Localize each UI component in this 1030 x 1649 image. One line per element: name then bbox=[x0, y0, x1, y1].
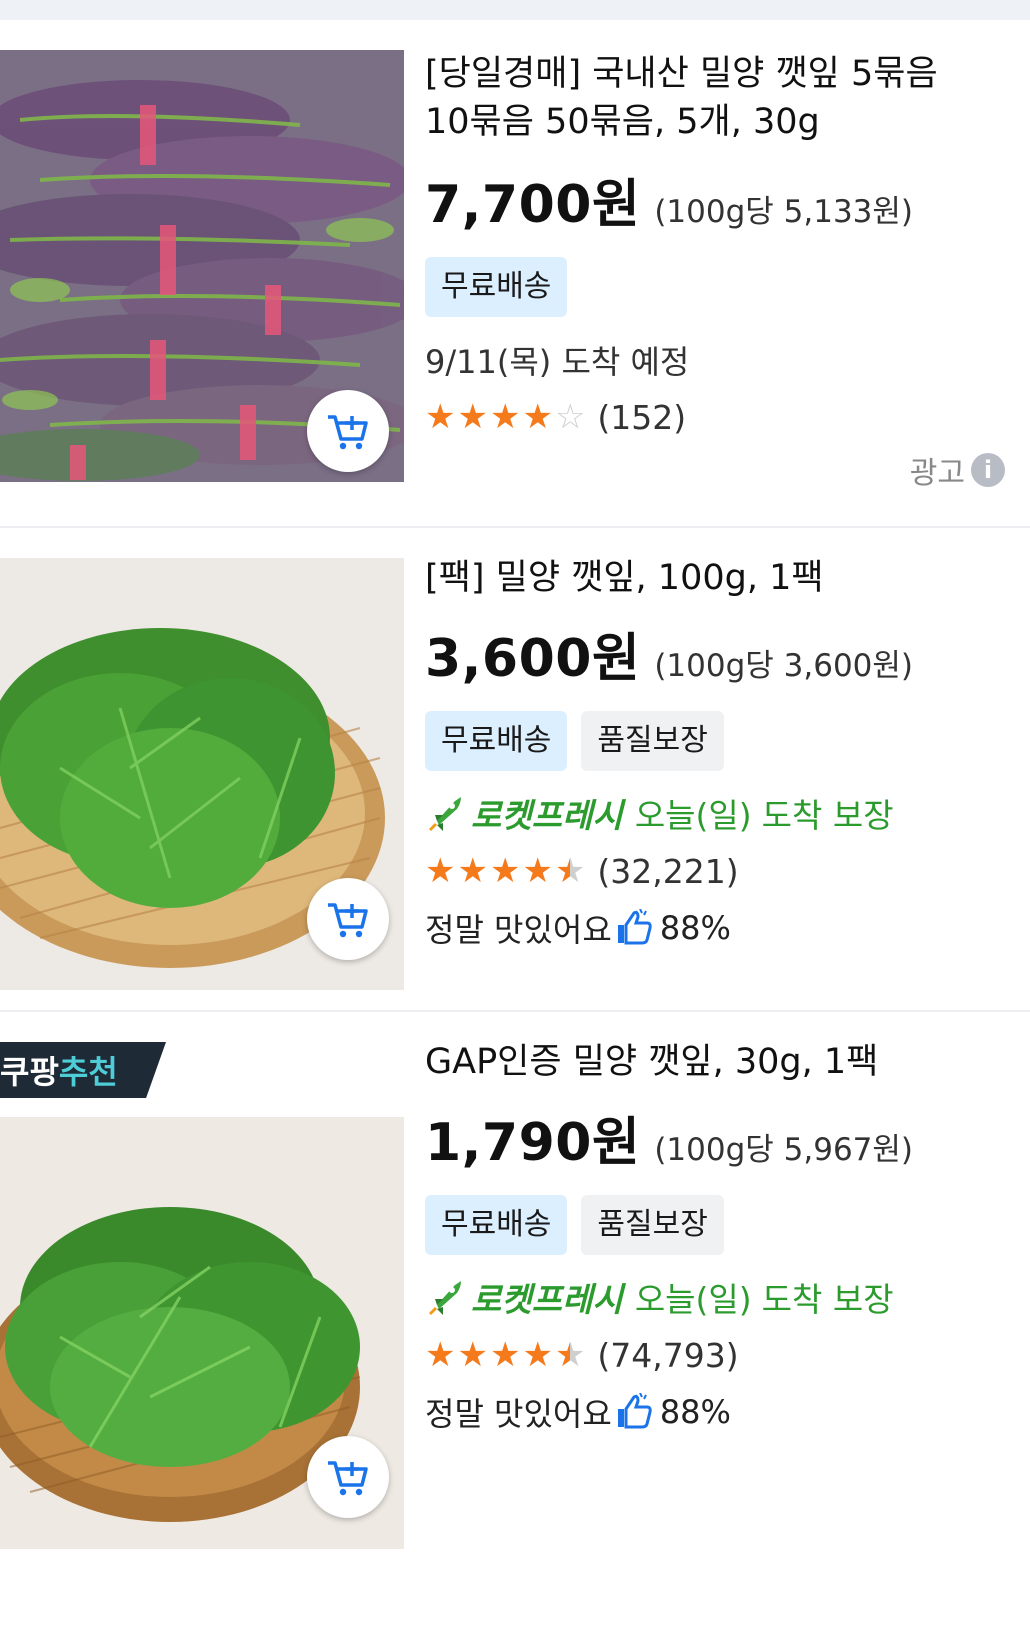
star-icon: ★ bbox=[522, 851, 553, 891]
quality-guarantee-badge: 품질보장 bbox=[581, 1195, 724, 1255]
star-icon: ★ bbox=[457, 851, 488, 891]
free-shipping-badge: 무료배송 bbox=[425, 257, 568, 317]
product-card-2[interactable]: [팩] 밀양 깻잎, 100g, 1팩 3,600원 (100g당 3,600원… bbox=[0, 528, 1030, 1018]
star-empty-icon: ☆ bbox=[554, 397, 586, 437]
star-half-icon: ★ bbox=[554, 851, 586, 891]
star-rating: ★ ★ ★ ★ ★ bbox=[425, 1335, 585, 1375]
star-icon: ★ bbox=[425, 1335, 456, 1375]
price: 3,600원 bbox=[425, 629, 641, 689]
star-icon: ★ bbox=[522, 1335, 553, 1375]
arrival-date: 9/11(목) 도착 예정 bbox=[425, 343, 690, 381]
free-shipping-badge: 무료배송 bbox=[425, 1195, 568, 1255]
price: 1,790원 bbox=[425, 1113, 641, 1173]
rocket-fresh-delivery: 로켓프레시 오늘(일) 도착 보장 bbox=[425, 789, 1015, 837]
review-count: (74,793) bbox=[597, 1335, 739, 1375]
rating: ★ ★ ★ ★ ★ (32,221) bbox=[425, 851, 1015, 891]
add-to-cart-icon bbox=[328, 903, 368, 938]
rocket-icon bbox=[429, 1281, 461, 1315]
rating: ★ ★ ★ ★ ★ (74,793) bbox=[425, 1335, 1015, 1375]
star-rating: ★ ★ ★ ★ ☆ bbox=[425, 397, 585, 437]
unit-price: (100g당 3,600원) bbox=[654, 648, 914, 684]
star-icon: ★ bbox=[457, 397, 488, 437]
add-to-cart-icon bbox=[328, 1461, 368, 1496]
review-count: (32,221) bbox=[597, 851, 739, 891]
star-icon: ★ bbox=[522, 397, 553, 437]
info-icon[interactable]: i bbox=[971, 453, 1005, 487]
free-shipping-badge: 무료배송 bbox=[425, 711, 568, 771]
product-title[interactable]: GAP인증 밀양 깻잎, 30g, 1팩 bbox=[425, 1038, 1015, 1086]
product-card-1[interactable]: [당일경매] 국내산 밀양 깻잎 5묶음 10묶음 50묶음, 5개, 30g … bbox=[0, 20, 1030, 526]
product-title[interactable]: [팩] 밀양 깻잎, 100g, 1팩 bbox=[425, 554, 1015, 602]
star-rating: ★ ★ ★ ★ ★ bbox=[425, 851, 585, 891]
product-card-3[interactable]: 쿠팡 추천 GAP인증 밀양 깻잎, 30g, 1팩 1,790원 (100g당… bbox=[0, 1012, 1030, 1649]
taste-rating: 정말 맛있어요 88% bbox=[425, 909, 731, 949]
thumbs-up-icon bbox=[617, 1393, 652, 1429]
coupang-recommend-banner: 쿠팡 추천 bbox=[0, 1042, 166, 1098]
quality-guarantee-badge: 품질보장 bbox=[581, 711, 724, 771]
thumbs-up-icon bbox=[617, 909, 652, 945]
rating: ★ ★ ★ ★ ☆ (152) bbox=[425, 397, 1015, 437]
star-half-icon: ★ bbox=[554, 1335, 586, 1375]
rocket-fresh-delivery: 로켓프레시 오늘(일) 도착 보장 bbox=[425, 1273, 1015, 1321]
add-to-cart-icon bbox=[328, 415, 368, 450]
star-icon: ★ bbox=[425, 397, 456, 437]
review-count: (152) bbox=[597, 397, 687, 437]
ad-label[interactable]: 광고 i bbox=[910, 448, 1005, 492]
star-icon: ★ bbox=[489, 851, 521, 891]
star-icon: ★ bbox=[489, 397, 521, 437]
star-icon: ★ bbox=[457, 1335, 488, 1375]
star-icon: ★ bbox=[489, 1335, 521, 1375]
unit-price: (100g당 5,967원) bbox=[654, 1132, 914, 1168]
taste-rating: 정말 맛있어요 88% bbox=[425, 1393, 731, 1433]
star-icon: ★ bbox=[425, 851, 456, 891]
price: 7,700원 bbox=[425, 175, 641, 235]
top-bar bbox=[0, 0, 1030, 20]
product-title[interactable]: [당일경매] 국내산 밀양 깻잎 5묶음 10묶음 50묶음, 5개, 30g bbox=[425, 50, 1015, 146]
unit-price: (100g당 5,133원) bbox=[654, 194, 914, 230]
add-to-cart-button[interactable] bbox=[307, 390, 389, 472]
add-to-cart-button[interactable] bbox=[307, 878, 389, 960]
add-to-cart-button[interactable] bbox=[307, 1436, 389, 1518]
rocket-icon bbox=[429, 797, 461, 831]
